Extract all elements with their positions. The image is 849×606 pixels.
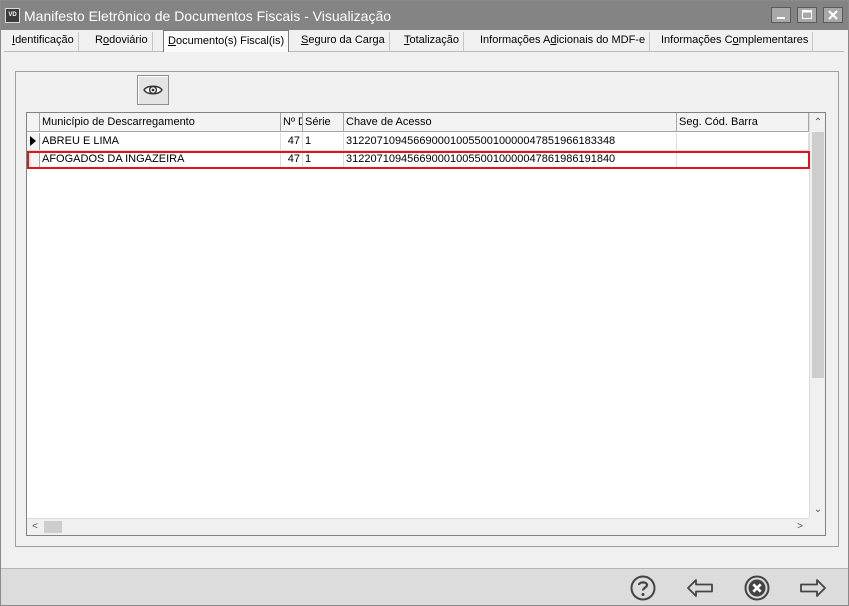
scroll-up-arrow-icon[interactable]: ⌃ xyxy=(810,114,825,131)
app-logo-icon: VD xyxy=(5,8,20,23)
tab-totalizacao[interactable]: Totalização xyxy=(400,32,465,51)
cell-municipio[interactable]: AFOGADOS DA INGAZEIRA xyxy=(40,151,281,168)
grid-header: Município de Descarregamento Nº D Série … xyxy=(27,113,809,132)
current-row-arrow-icon xyxy=(30,136,36,146)
minimize-button[interactable] xyxy=(771,7,791,23)
row-indicator-header xyxy=(27,113,40,131)
scroll-down-arrow-icon[interactable]: ⌄ xyxy=(810,501,825,518)
tab-accelerator-key: S xyxy=(301,34,309,46)
view-document-button[interactable] xyxy=(137,75,169,105)
cell-municipio[interactable]: ABREU E LIMA xyxy=(40,133,281,150)
cell-serie[interactable]: 1 xyxy=(303,133,344,150)
tab-label: Identificação xyxy=(12,34,74,46)
tab-strip: Identificação Rodoviário Documento(s) Fi… xyxy=(4,30,844,52)
scrollbar-corner xyxy=(809,518,825,535)
tab-label: Informações Adicionais do MDF-e xyxy=(480,34,646,46)
tab-informacoes-complementares[interactable]: Informações Complementares xyxy=(657,32,814,51)
column-header-numero[interactable]: Nº D xyxy=(281,113,303,131)
help-button[interactable] xyxy=(628,574,658,602)
tab-accelerator-key: D xyxy=(168,35,176,47)
footer-bar xyxy=(1,568,848,605)
back-button[interactable] xyxy=(685,574,715,602)
table-row[interactable]: ABREU E LIMA 47 1 3122071094566900010055… xyxy=(27,133,809,151)
cell-chave[interactable]: 3122071094566900010055001000004786198619… xyxy=(344,151,677,168)
tab-label: Totalização xyxy=(404,34,460,46)
forward-button[interactable] xyxy=(798,574,828,602)
close-circle-icon xyxy=(744,575,770,601)
cell-numero[interactable]: 47 xyxy=(281,151,303,168)
tab-identificacao[interactable]: Identificação xyxy=(8,32,79,51)
cell-numero[interactable]: 47 xyxy=(281,133,303,150)
help-icon xyxy=(630,575,656,601)
close-button[interactable] xyxy=(742,574,772,602)
column-header-chave[interactable]: Chave de Acesso xyxy=(344,113,677,131)
horizontal-scroll-thumb[interactable] xyxy=(44,521,62,533)
horizontal-scrollbar[interactable]: < > xyxy=(27,518,809,535)
tab-label: Documento(s) Fiscal(is) xyxy=(168,35,285,47)
tab-accelerator-key: o xyxy=(102,34,110,46)
tab-seguro-da-carga[interactable]: Seguro da Carga xyxy=(297,32,390,51)
cell-chave[interactable]: 3122071094566900010055001000004785196618… xyxy=(344,133,677,150)
back-arrow-icon xyxy=(687,579,713,597)
scroll-right-arrow-icon[interactable]: > xyxy=(792,519,808,535)
window-title: Manifesto Eletrônico de Documentos Fisca… xyxy=(24,8,392,24)
table-row[interactable]: AFOGADOS DA INGAZEIRA 47 1 3122071094566… xyxy=(27,151,809,169)
vertical-scrollbar[interactable]: ⌃ ⌄ xyxy=(809,113,825,518)
maximize-button[interactable] xyxy=(797,7,817,23)
tab-label: Seguro da Carga xyxy=(301,34,385,46)
column-header-serie[interactable]: Série xyxy=(303,113,344,131)
cell-seg-cod-barra[interactable] xyxy=(677,151,809,168)
tab-informacoes-adicionais[interactable]: Informações Adicionais do MDF-e xyxy=(476,32,651,51)
cell-serie[interactable]: 1 xyxy=(303,151,344,168)
tab-accelerator-key: o xyxy=(732,34,739,46)
tab-accelerator-key: d xyxy=(550,34,557,46)
minimize-icon xyxy=(777,17,785,19)
close-icon xyxy=(828,10,838,20)
tab-accelerator-key: I xyxy=(12,34,16,46)
close-window-button[interactable] xyxy=(823,7,843,23)
row-indicator xyxy=(27,151,40,168)
tab-rodoviario[interactable]: Rodoviário xyxy=(91,32,153,51)
cell-seg-cod-barra[interactable] xyxy=(677,133,809,150)
scroll-left-arrow-icon[interactable]: < xyxy=(27,519,43,535)
tab-label: Informações Complementares xyxy=(661,34,809,46)
forward-arrow-icon xyxy=(800,579,826,597)
eye-icon xyxy=(143,85,163,95)
title-bar[interactable]: VD Manifesto Eletrônico de Documentos Fi… xyxy=(1,1,848,30)
app-window: VD Manifesto Eletrônico de Documentos Fi… xyxy=(0,0,849,606)
row-indicator xyxy=(27,133,40,150)
maximize-icon xyxy=(802,10,812,19)
tab-documentos-fiscais[interactable]: Documento(s) Fiscal(is) xyxy=(163,30,290,52)
documents-grid[interactable]: Município de Descarregamento Nº D Série … xyxy=(26,112,826,536)
column-header-municipio[interactable]: Município de Descarregamento xyxy=(40,113,281,131)
tab-label: Rodoviário xyxy=(95,34,148,46)
tab-accelerator-key: T xyxy=(404,34,410,46)
column-header-seg-cod-barra[interactable]: Seg. Cód. Barra xyxy=(677,113,809,131)
vertical-scroll-thumb[interactable] xyxy=(812,132,824,378)
